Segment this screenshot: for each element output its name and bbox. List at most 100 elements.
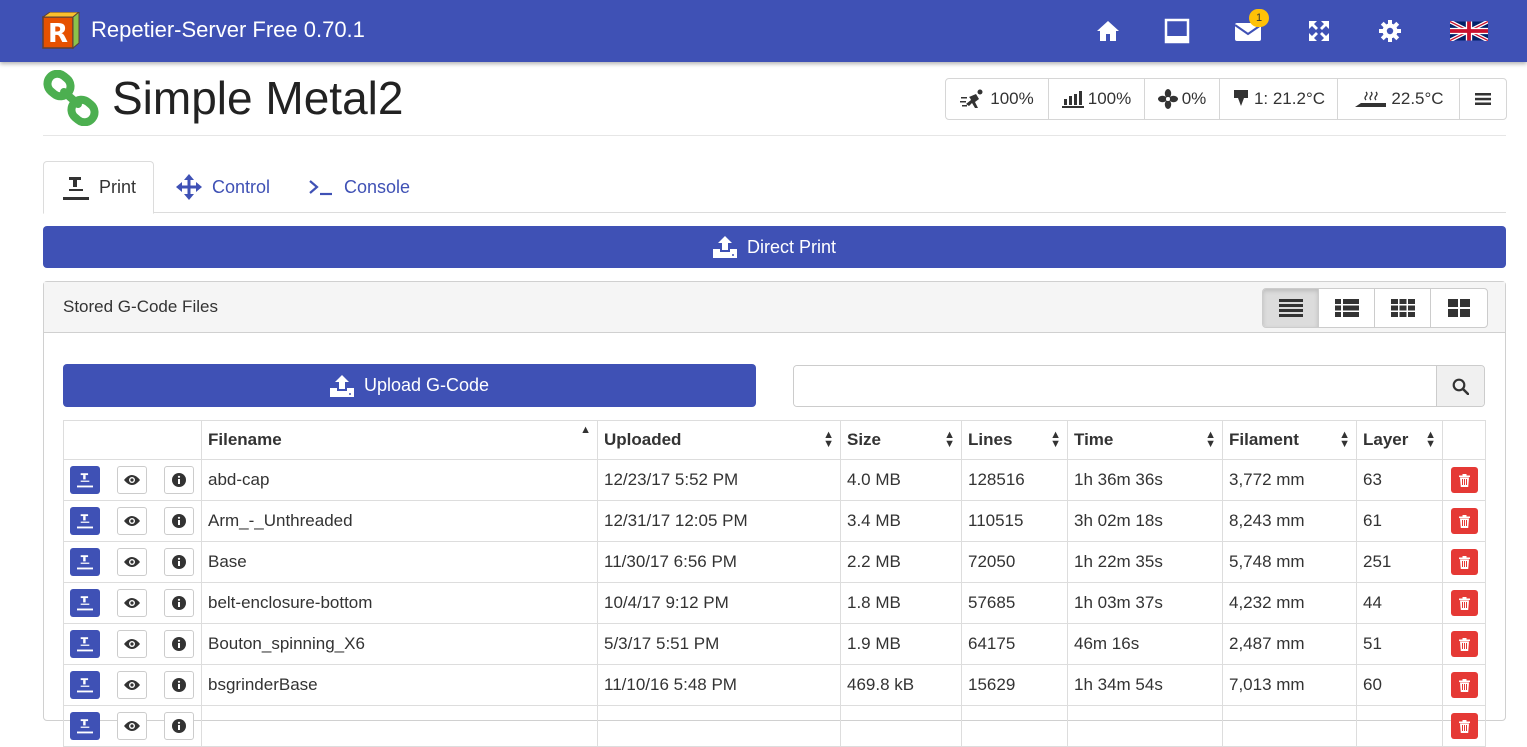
info-icon: [172, 678, 186, 692]
tab-console[interactable]: Console: [308, 161, 410, 213]
bed-temp-status[interactable]: 22.5°C: [1338, 79, 1460, 119]
delete-file-button[interactable]: [1450, 508, 1478, 534]
preview-file-button[interactable]: [117, 548, 147, 576]
upload-icon: [712, 236, 737, 258]
app-title[interactable]: Repetier-Server Free 0.70.1: [91, 16, 365, 44]
print-file-button[interactable]: [70, 712, 100, 740]
cell-uploaded: 11/30/17 6:56 PM: [597, 541, 841, 583]
th-large-icon: [1448, 299, 1470, 317]
fan-status[interactable]: 0%: [1145, 79, 1220, 119]
view-list-button[interactable]: [1319, 289, 1375, 327]
delete-file-button[interactable]: [1450, 672, 1478, 698]
filename-header[interactable]: Filename ▲: [201, 420, 598, 460]
print-file-button[interactable]: [70, 671, 100, 699]
time-header[interactable]: Time ▲ ▼: [1067, 420, 1223, 460]
direct-print-button[interactable]: Direct Print: [43, 226, 1506, 268]
print-file-button[interactable]: [70, 507, 100, 535]
table-row[interactable]: abd-cap 12/23/17 5:52 PM 4.0 MB 128516 1…: [63, 459, 1486, 501]
extruder-temp-value: 1: 21.2°C: [1253, 89, 1326, 108]
file-info-button[interactable]: [164, 589, 194, 617]
home-icon: [1097, 21, 1119, 41]
file-info-button[interactable]: [164, 466, 194, 494]
delete-file-button[interactable]: [1450, 467, 1478, 493]
table-row[interactable]: Base 11/30/17 6:56 PM 2.2 MB 72050 1h 22…: [63, 541, 1486, 583]
sort-icon: ▲ ▼: [944, 429, 955, 450]
view-list-compact-button[interactable]: [1263, 289, 1319, 327]
search-icon: [1452, 378, 1469, 395]
messages-button[interactable]: 1: [1231, 9, 1269, 48]
filament-header[interactable]: Filament ▲ ▼: [1222, 420, 1357, 460]
uploaded-header[interactable]: Uploaded ▲ ▼: [597, 420, 841, 460]
file-info-button[interactable]: [164, 507, 194, 535]
file-info-button[interactable]: [164, 630, 194, 658]
preview-file-button[interactable]: [117, 671, 147, 699]
layer-header[interactable]: Layer ▲ ▼: [1356, 420, 1443, 460]
row-actions: [63, 664, 202, 706]
terminal-icon: [309, 180, 332, 196]
cell-uploaded: 11/10/16 5:48 PM: [597, 664, 841, 706]
flow-status[interactable]: 100%: [1049, 79, 1145, 119]
table-row[interactable]: Arm_-_Unthreaded 12/31/17 12:05 PM 3.4 M…: [63, 500, 1486, 542]
preview-file-button[interactable]: [117, 630, 147, 658]
print-icon: [77, 596, 93, 611]
trash-icon: [1458, 473, 1470, 487]
panel-title: Stored G-Code Files: [63, 297, 218, 316]
print-icon: [77, 637, 93, 652]
search-input[interactable]: [794, 366, 1436, 406]
lines-header[interactable]: Lines ▲ ▼: [961, 420, 1068, 460]
info-icon: [172, 514, 186, 528]
table-row[interactable]: belt-enclosure-bottom 10/4/17 9:12 PM 1.…: [63, 582, 1486, 624]
size-header[interactable]: Size ▲ ▼: [840, 420, 962, 460]
file-info-button[interactable]: [164, 548, 194, 576]
preview-file-button[interactable]: [117, 507, 147, 535]
print-file-button[interactable]: [70, 548, 100, 576]
delete-file-button[interactable]: [1450, 590, 1478, 616]
home-button[interactable]: [1091, 14, 1125, 48]
table-row[interactable]: Bouton_spinning_X6 5/3/17 5:51 PM 1.9 MB…: [63, 623, 1486, 665]
preview-file-button[interactable]: [117, 712, 147, 740]
row-delete: [1442, 582, 1486, 624]
delete-file-button[interactable]: [1450, 549, 1478, 575]
printer-menu-button[interactable]: [1460, 79, 1506, 119]
print-file-button[interactable]: [70, 466, 100, 494]
fullscreen-button[interactable]: [1302, 14, 1336, 48]
cell-uploaded: [597, 705, 841, 747]
search-button[interactable]: [1436, 366, 1484, 406]
settings-button[interactable]: [1373, 14, 1407, 48]
speed-status[interactable]: 100%: [946, 79, 1049, 119]
repetier-logo-icon[interactable]: R: [42, 12, 80, 50]
cell-lines: 110515: [961, 500, 1068, 542]
fan-value: 0%: [1181, 89, 1207, 108]
preview-file-button[interactable]: [117, 589, 147, 617]
cell-filename: abd-cap: [201, 459, 598, 501]
print-file-button[interactable]: [70, 630, 100, 658]
search-box: [793, 365, 1485, 407]
upload-gcode-button[interactable]: Upload G-Code: [63, 364, 756, 407]
cell-filename: Base: [201, 541, 598, 583]
cell-lines: 57685: [961, 582, 1068, 624]
table-row[interactable]: [63, 705, 1486, 747]
table-row[interactable]: bsgrinderBase 11/10/16 5:48 PM 469.8 kB …: [63, 664, 1486, 706]
cell-size: 3.4 MB: [840, 500, 962, 542]
tab-control[interactable]: Control: [176, 161, 270, 213]
view-grid-small-button[interactable]: [1375, 289, 1431, 327]
delete-header: [1442, 420, 1486, 460]
eye-icon: [124, 516, 140, 526]
delete-file-button[interactable]: [1450, 631, 1478, 657]
file-info-button[interactable]: [164, 712, 194, 740]
printer-list-button[interactable]: [1160, 14, 1194, 48]
cell-filament: 8,243 mm: [1222, 500, 1357, 542]
top-navbar: R Repetier-Server Free 0.70.1 1: [0, 0, 1527, 62]
cell-time: 46m 16s: [1067, 623, 1223, 665]
cell-time: 3h 02m 18s: [1067, 500, 1223, 542]
print-file-button[interactable]: [70, 589, 100, 617]
panel-header: Stored G-Code Files: [44, 282, 1505, 333]
file-info-button[interactable]: [164, 671, 194, 699]
language-button[interactable]: [1450, 14, 1488, 48]
tab-print[interactable]: Print: [43, 161, 154, 214]
extruder-temp-status[interactable]: 1: 21.2°C: [1220, 79, 1338, 119]
view-grid-large-button[interactable]: [1431, 289, 1487, 327]
print-icon: [77, 514, 93, 529]
preview-file-button[interactable]: [117, 466, 147, 494]
delete-file-button[interactable]: [1450, 713, 1478, 739]
